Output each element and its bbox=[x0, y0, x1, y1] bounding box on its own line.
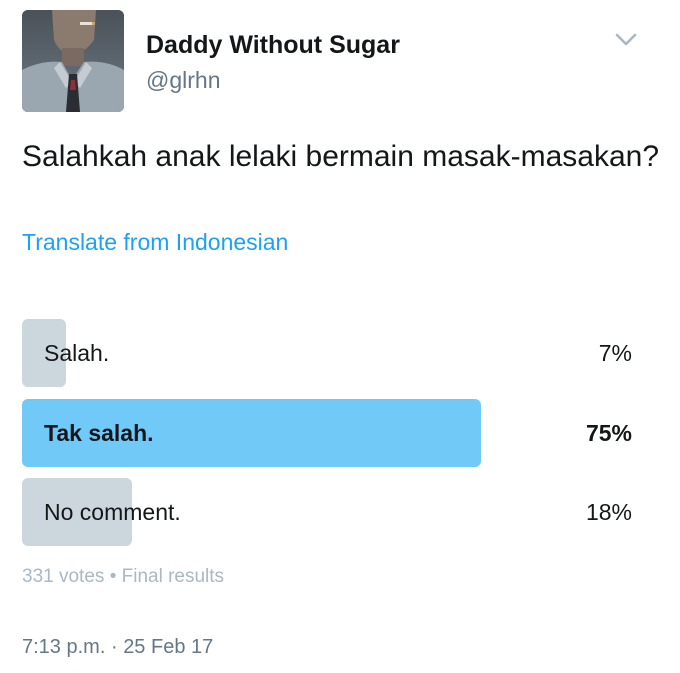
timestamp-date: 25 Feb 17 bbox=[123, 636, 214, 658]
poll-option-label: Tak salah. bbox=[44, 420, 154, 446]
tweet-text: Salahkah anak lelaki bermain masak-masak… bbox=[22, 140, 660, 173]
poll-option: Salah. 7% bbox=[22, 319, 634, 387]
timestamp-time: 7:13 p.m. bbox=[22, 636, 106, 658]
timestamp-separator: · bbox=[110, 636, 118, 658]
poll-option-percent: 7% bbox=[598, 340, 632, 366]
tweet-card: Daddy Without Sugar @glrhn Salahkah anak… bbox=[0, 0, 680, 673]
poll-option-percent: 18% bbox=[585, 499, 632, 525]
poll-option-label: Salah. bbox=[44, 340, 110, 366]
tweet-menu-button[interactable] bbox=[610, 26, 642, 54]
poll-summary: 331 votes • Final results bbox=[22, 566, 224, 588]
avatar[interactable] bbox=[22, 10, 124, 112]
tweet-timestamp[interactable]: 7:13 p.m. · 25 Feb 17 bbox=[22, 636, 213, 659]
poll-vote-count: 331 votes bbox=[22, 566, 105, 587]
translate-link[interactable]: Translate from Indonesian bbox=[22, 229, 288, 256]
author-handle[interactable]: @glrhn bbox=[146, 67, 221, 94]
poll-option-percent: 75% bbox=[585, 420, 632, 446]
poll-option-label: No comment. bbox=[44, 499, 181, 525]
poll-option: No comment. 18% bbox=[22, 478, 634, 546]
author-display-name[interactable]: Daddy Without Sugar bbox=[146, 31, 400, 60]
poll-option-winner: Tak salah. 75% bbox=[22, 399, 634, 467]
poll-status: Final results bbox=[121, 566, 225, 587]
poll-meta-separator: • bbox=[109, 566, 117, 587]
avatar-photo bbox=[22, 10, 124, 112]
chevron-down-icon bbox=[615, 33, 637, 46]
